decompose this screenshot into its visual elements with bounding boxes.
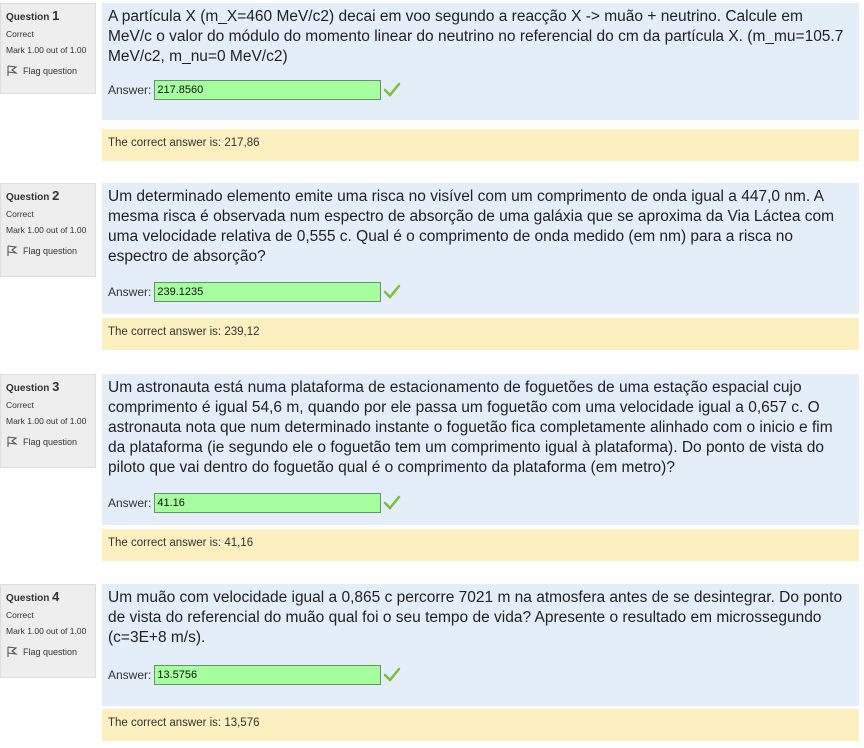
question-info: Question 2 Correct Mark 1.00 out of 1.00… (0, 183, 96, 277)
question-formulation: Um astronauta está numa plataforma de es… (102, 374, 859, 525)
correct-answer-feedback: The correct answer is: 239,12 (102, 318, 859, 350)
answer-row: Answer: 239.1235 (108, 282, 401, 302)
flag-icon (7, 646, 18, 657)
question-text: Um determinado elemento emite uma risca … (108, 188, 835, 265)
question-number: Question 3 (6, 379, 60, 395)
answer-input[interactable]: 217.8560 (154, 80, 382, 100)
correct-answer-feedback: The correct answer is: 13,576 (102, 709, 859, 741)
question-text: Um astronauta está numa plataforma de es… (108, 379, 833, 476)
answer-input[interactable]: 13.5756 (154, 665, 382, 685)
answer-label: Answer: (108, 496, 152, 510)
flag-label: Flag question (23, 246, 78, 256)
answer-row: Answer: 13.5756 (108, 665, 401, 685)
question-mark: Mark 1.00 out of 1.00 (6, 225, 87, 235)
question-info: Question 3 Correct Mark 1.00 out of 1.00… (0, 374, 96, 468)
question-text: Um muão com velocidade igual a 0,865 c p… (108, 589, 843, 646)
answer-label: Answer: (108, 83, 152, 97)
question-formulation: Um muão com velocidade igual a 0,865 c p… (102, 584, 859, 706)
flag-icon (7, 245, 18, 256)
correct-answer-feedback: The correct answer is: 217,86 (102, 129, 859, 161)
question-mark: Mark 1.00 out of 1.00 (6, 416, 87, 426)
question-info: Question 4 Correct Mark 1.00 out of 1.00… (0, 584, 96, 678)
question-mark: Mark 1.00 out of 1.00 (6, 626, 87, 636)
answer-input[interactable]: 41.16 (154, 493, 382, 513)
flag-question-link[interactable]: Flag question (6, 65, 90, 77)
answer-row: Answer: 41.16 (108, 493, 401, 513)
question-formulation: Um determinado elemento emite uma risca … (102, 183, 859, 314)
question-mark: Mark 1.00 out of 1.00 (6, 45, 87, 55)
check-icon (384, 284, 401, 299)
flag-icon (7, 436, 18, 447)
flag-question-link[interactable]: Flag question (6, 646, 90, 658)
question-number: Question 1 (6, 8, 60, 24)
answer-label: Answer: (108, 285, 152, 299)
question-text: A partícula X (m_X=460 MeV/c2) decai em … (108, 8, 844, 65)
answer-row: Answer: 217.8560 (108, 80, 401, 100)
answer-label: Answer: (108, 668, 152, 682)
question-number: Question 4 (6, 589, 60, 605)
question-formulation: A partícula X (m_X=460 MeV/c2) decai em … (102, 3, 859, 120)
question-number: Question 2 (6, 188, 60, 204)
question-state: Correct (6, 209, 34, 219)
flag-label: Flag question (23, 647, 78, 657)
correct-answer-feedback: The correct answer is: 41,16 (102, 529, 859, 561)
flag-label: Flag question (23, 437, 78, 447)
question-state: Correct (6, 610, 34, 620)
flag-question-link[interactable]: Flag question (6, 436, 90, 448)
question-info: Question 1 Correct Mark 1.00 out of 1.00… (0, 3, 96, 94)
check-icon (384, 82, 401, 97)
check-icon (384, 667, 401, 682)
question-state: Correct (6, 29, 34, 39)
answer-input[interactable]: 239.1235 (154, 282, 382, 302)
question-state: Correct (6, 400, 34, 410)
check-icon (384, 495, 401, 510)
flag-question-link[interactable]: Flag question (6, 245, 90, 257)
flag-icon (7, 65, 18, 76)
flag-label: Flag question (23, 66, 78, 76)
